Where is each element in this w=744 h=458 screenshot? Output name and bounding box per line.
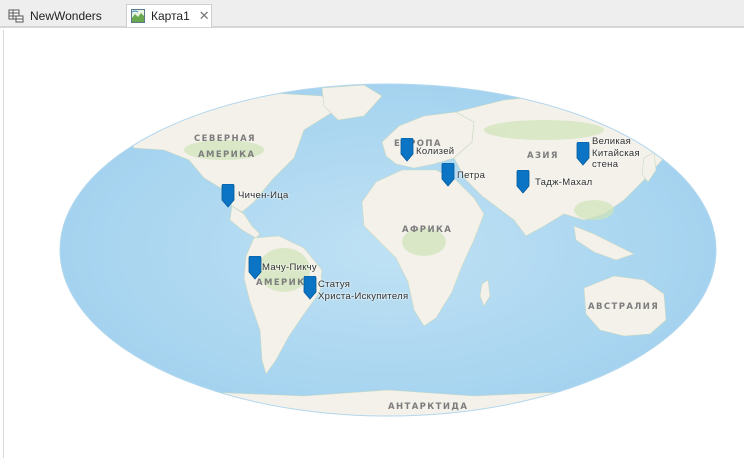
tab-map1[interactable]: Карта1 ✕: [126, 4, 212, 27]
map-pin-icon: [400, 137, 414, 162]
tab-label: NewWonders: [30, 8, 102, 23]
wonder-label-colosseum: Колизей: [416, 146, 455, 157]
map-pin-icon: [248, 255, 262, 280]
wonder-label-taj-mahal: Тадж-Махал: [535, 177, 593, 188]
tab-label: Карта1: [151, 9, 190, 23]
close-icon[interactable]: ✕: [199, 8, 210, 24]
wonder-label-chichen-itza: Чичен-Ица: [238, 190, 289, 201]
wonder-label-petra: Петра: [457, 170, 486, 181]
map-pin-icon: [576, 141, 590, 166]
table-icon: [8, 9, 24, 22]
wonder-label-machu-picchu: Мачу-Пикчу: [262, 262, 317, 273]
wonder-pin-colosseum[interactable]: [400, 137, 414, 167]
region-label-australia: АВСТРАЛИЯ: [588, 302, 660, 312]
wonder-pin-chichen-itza[interactable]: [221, 183, 235, 213]
wonder-pin-petra[interactable]: [441, 162, 455, 192]
world-map: [59, 83, 717, 417]
map-pin-icon: [516, 169, 530, 194]
wonder-label-christ-redeemer: Статуя Христа-Искупителя: [318, 279, 409, 302]
region-label-antarctica: АНТАРКТИДА: [388, 402, 469, 412]
map-pin-icon: [303, 275, 317, 300]
map-pin-icon: [221, 183, 235, 208]
region-label-north-america: АМЕРИКА: [198, 150, 256, 160]
region-label-africa: АФРИКА: [402, 225, 453, 235]
wonder-pin-christ-redeemer[interactable]: [303, 275, 317, 305]
tab-bar: NewWonders Карта1 ✕: [0, 0, 744, 28]
wonder-label-great-wall: Великая Китайская стена: [592, 136, 640, 170]
wonder-pin-taj-mahal[interactable]: [516, 169, 530, 199]
map-view[interactable]: СЕВЕРНАЯ АМЕРИКА АМЕРИКА ЕВРОПА АЗИЯ АФР…: [3, 30, 744, 458]
map-tab-icon: [131, 9, 145, 23]
wonder-pin-great-wall[interactable]: [576, 141, 590, 171]
region-label-asia: АЗИЯ: [527, 151, 559, 161]
wonder-pin-machu-picchu[interactable]: [248, 255, 262, 285]
tab-newwonders[interactable]: NewWonders: [4, 4, 106, 27]
map-pin-icon: [441, 162, 455, 187]
region-label-north-america: СЕВЕРНАЯ: [194, 134, 256, 144]
